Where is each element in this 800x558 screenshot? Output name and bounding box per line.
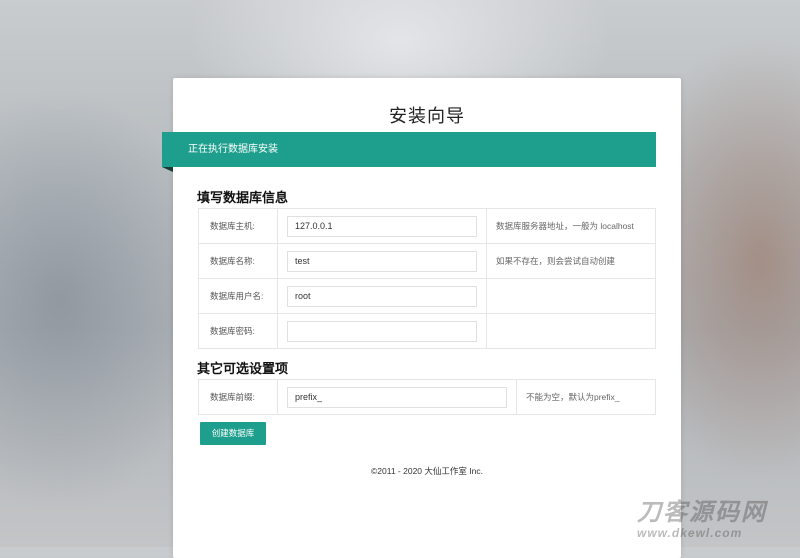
db-section-heading: 填写数据库信息 bbox=[197, 190, 289, 205]
db-settings-table: 数据库主机: 127.0.0.1 数据库服务器地址，一般为 localhost … bbox=[198, 208, 656, 349]
table-row: 数据库名称: test 如果不存在，则会尝试自动创建 bbox=[198, 243, 656, 279]
watermark-url: www.dkewl.com bbox=[637, 526, 743, 540]
db-password-help bbox=[486, 313, 656, 349]
table-row: 数据库主机: 127.0.0.1 数据库服务器地址，一般为 localhost bbox=[198, 208, 656, 244]
db-host-input[interactable]: 127.0.0.1 bbox=[287, 215, 477, 237]
create-database-button[interactable]: 创建数据库 bbox=[200, 422, 266, 445]
db-user-input[interactable]: root bbox=[287, 285, 477, 307]
page-title: 安装向导 bbox=[389, 106, 465, 126]
table-row: 数据库用户名: root bbox=[198, 278, 656, 314]
db-name-help: 如果不存在，则会尝试自动创建 bbox=[486, 243, 656, 279]
banner-fold bbox=[162, 167, 173, 172]
site-watermark: 刀客源码网 www.dkewl.com bbox=[637, 499, 797, 541]
db-host-help: 数据库服务器地址，一般为 localhost bbox=[486, 208, 656, 244]
db-user-help bbox=[486, 278, 656, 314]
install-wizard-card: 安装向导 正在执行数据库安装 填写数据库信息 数据库主机: 127.0.0.1 … bbox=[162, 78, 681, 558]
optional-section-heading: 其它可选设置项 bbox=[197, 361, 289, 376]
db-user-label: 数据库用户名: bbox=[198, 278, 278, 314]
watermark-title: 刀客源码网 bbox=[637, 499, 767, 526]
db-name-label: 数据库名称: bbox=[198, 243, 278, 279]
db-password-input[interactable] bbox=[287, 320, 477, 342]
db-prefix-help: 不能为空，默认为prefix_ bbox=[516, 379, 656, 415]
db-prefix-label: 数据库前缀: bbox=[198, 379, 278, 415]
status-banner: 正在执行数据库安装 bbox=[162, 132, 656, 167]
footer-copyright: ©2011 - 2020 大仙工作室 Inc. bbox=[371, 466, 483, 476]
optional-settings-table: 数据库前缀: prefix_ 不能为空，默认为prefix_ bbox=[198, 379, 656, 415]
db-prefix-input[interactable]: prefix_ bbox=[287, 386, 507, 408]
table-row: 数据库前缀: prefix_ 不能为空，默认为prefix_ bbox=[198, 379, 656, 415]
table-row: 数据库密码: bbox=[198, 313, 656, 349]
db-host-label: 数据库主机: bbox=[198, 208, 278, 244]
db-name-input[interactable]: test bbox=[287, 250, 477, 272]
db-password-label: 数据库密码: bbox=[198, 313, 278, 349]
